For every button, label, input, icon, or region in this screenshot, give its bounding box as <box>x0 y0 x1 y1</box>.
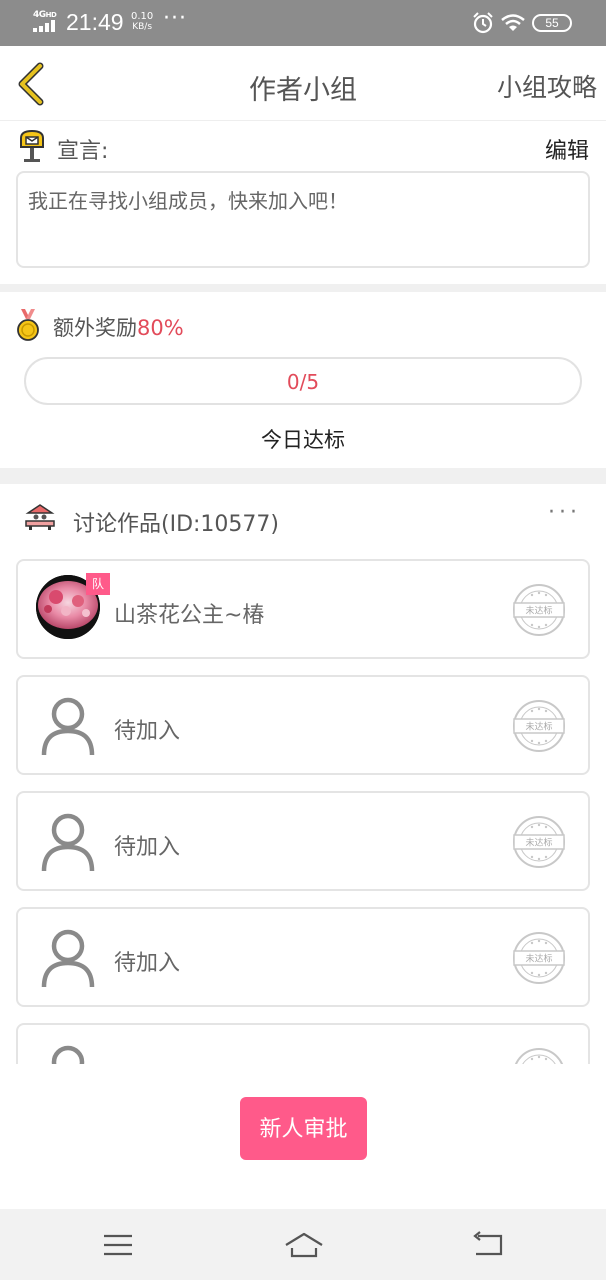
member-card[interactable]: 待加入 未达标 <box>16 675 590 775</box>
reward-percent: 80% <box>137 316 184 340</box>
signal-icon <box>33 20 59 32</box>
stamp-text: 未达标 <box>525 953 552 965</box>
edit-button[interactable]: 编辑 <box>545 133 589 165</box>
home-icon[interactable] <box>284 1231 324 1259</box>
stamp-text: 未达标 <box>525 837 552 849</box>
status-bar: 4GHD 21:49 0.10 KB/s ··· 55 <box>0 0 606 46</box>
group-guide-link[interactable]: 小组攻略 <box>497 68 597 104</box>
extra-reward-label: 额外奖励80% <box>53 316 184 340</box>
reward-section: 额外奖励80% 0/5 今日达标 <box>0 292 606 468</box>
member-card[interactable]: 队 山茶花公主~椿 未达标 <box>16 559 590 659</box>
network-speed: 0.10 KB/s <box>131 11 154 32</box>
divider <box>0 284 606 292</box>
discussion-title: 讨论作品(ID:10577) <box>73 512 279 537</box>
new-member-approval-button[interactable]: 新人审批 <box>240 1097 367 1160</box>
stamp-text: 未达标 <box>525 605 552 617</box>
declaration-section: 宣言: 编辑 我正在寻找小组成员，快来加入吧！ <box>0 121 606 284</box>
person-icon <box>41 929 95 988</box>
team-leader-badge: 队 <box>86 573 110 595</box>
not-qualified-stamp-icon: 未达标 <box>513 700 565 752</box>
alarm-icon <box>473 12 493 34</box>
header: 作者小组 小组攻略 <box>0 46 606 121</box>
stamp-text: 未达标 <box>525 721 552 733</box>
menu-icon[interactable] <box>101 1231 135 1259</box>
progress-text: 0/5 <box>286 370 320 394</box>
clock: 21:49 <box>66 9 124 35</box>
declaration-text[interactable]: 我正在寻找小组成员，快来加入吧！ <box>16 171 590 268</box>
person-icon <box>51 1045 85 1064</box>
member-name: 待加入 <box>114 951 181 976</box>
member-card[interactable] <box>16 1023 590 1064</box>
daily-target-label: 今日达标 <box>261 428 345 452</box>
discussion-section: 讨论作品(ID:10577) ··· 队 山茶花公主~椿 未达标 待加入 未达标… <box>0 484 606 1064</box>
member-name: 待加入 <box>114 719 181 744</box>
person-icon <box>41 813 95 872</box>
stage-icon <box>25 504 55 530</box>
member-card[interactable]: 待加入 未达标 <box>16 791 590 891</box>
divider <box>0 468 606 484</box>
more-notifications: ··· <box>163 6 187 31</box>
not-qualified-stamp-icon: 未达标 <box>513 584 565 636</box>
more-options-button[interactable]: ··· <box>548 500 581 525</box>
member-name: 山茶花公主~椿 <box>114 603 265 628</box>
mailbox-icon <box>20 129 44 162</box>
member-name: 待加入 <box>114 835 181 860</box>
not-qualified-stamp-icon: 未达标 <box>513 932 565 984</box>
progress-bar: 0/5 <box>24 357 582 405</box>
system-navigation-bar <box>0 1209 606 1280</box>
battery-icon: 55 <box>532 14 572 32</box>
declaration-label: 宣言: <box>57 139 109 164</box>
back-icon[interactable] <box>470 1231 504 1259</box>
network-type: 4GHD <box>33 10 57 20</box>
member-card[interactable]: 待加入 未达标 <box>16 907 590 1007</box>
not-qualified-stamp-icon <box>515 1048 563 1064</box>
not-qualified-stamp-icon: 未达标 <box>513 816 565 868</box>
person-icon <box>41 697 95 756</box>
medal-icon <box>17 309 39 341</box>
wifi-icon <box>501 14 525 31</box>
